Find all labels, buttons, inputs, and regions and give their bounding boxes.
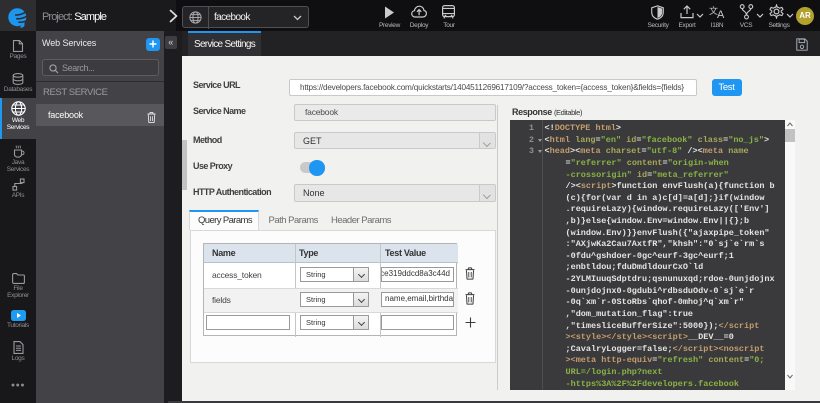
svg-text:A: A: [717, 9, 725, 19]
